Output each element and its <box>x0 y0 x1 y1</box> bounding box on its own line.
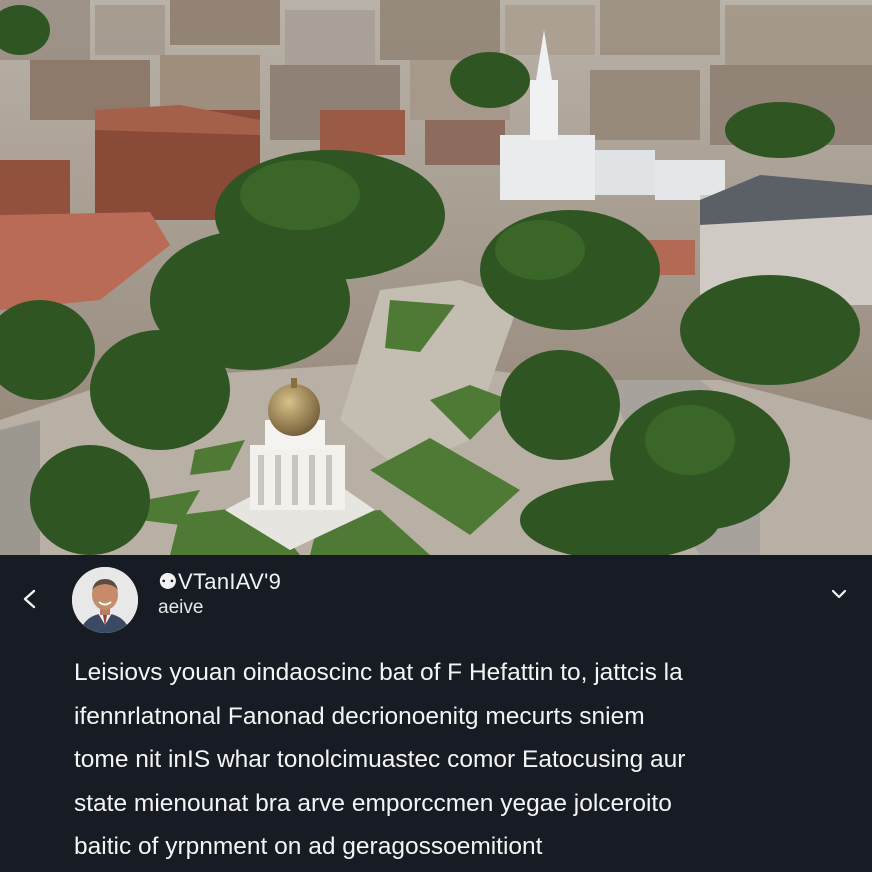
post-photo[interactable] <box>0 0 872 555</box>
post-text-line: ifennrlatnonal Fanonad decrionoenitg mec… <box>74 702 645 730</box>
person-portrait <box>72 567 138 633</box>
post-text-line: baitic of yrpnment on ad geragossoemitio… <box>74 833 543 860</box>
post-text-line: tome nit inIS whar tonolcimuastec comor … <box>74 746 686 773</box>
post-text: Leisiovs youan oindaoscinc bat of F Hefa… <box>74 651 854 869</box>
post-text-line: state mienounat bra arve emporccmen yega… <box>74 789 672 817</box>
aerial-city-image <box>0 0 872 555</box>
post-panel: ⚉VTanIAV'9 aeive Leisiovs youan oindaosc… <box>0 555 872 872</box>
options-button[interactable] <box>824 579 854 609</box>
back-button[interactable] <box>14 583 46 615</box>
chevron-down-icon <box>831 589 847 599</box>
author-name[interactable]: ⚉VTanIAV'9 <box>158 569 281 595</box>
avatar[interactable] <box>72 567 138 633</box>
chevron-left-icon <box>23 589 36 609</box>
post-text-line: Leisiovs youan oindaoscinc bat of F Hefa… <box>74 659 683 686</box>
author-subtitle: aeive <box>158 597 204 618</box>
